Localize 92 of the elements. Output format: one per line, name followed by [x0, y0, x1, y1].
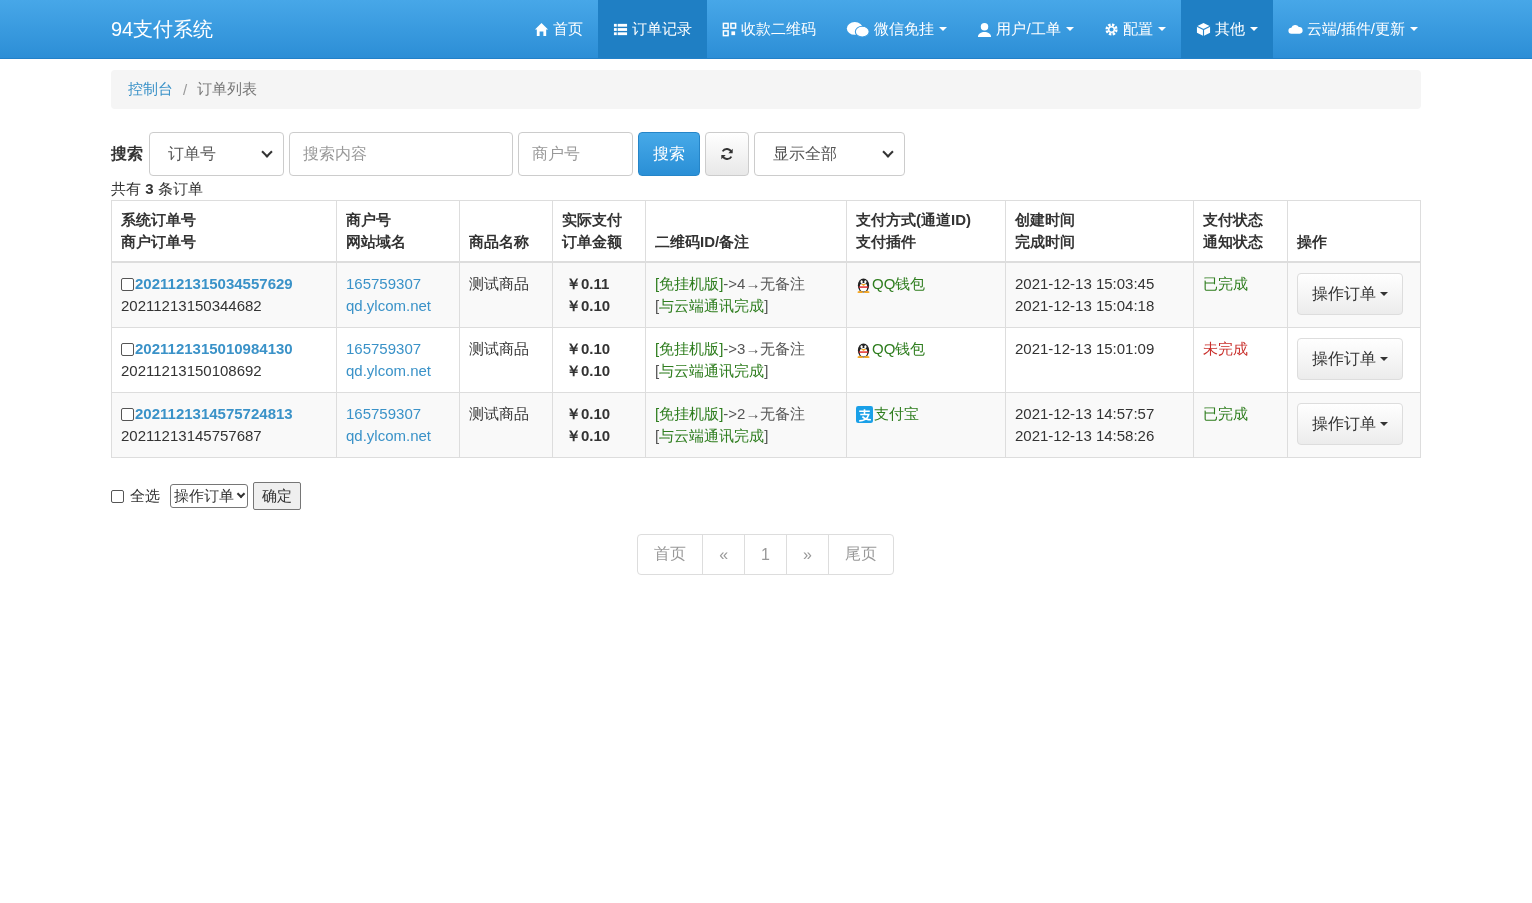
brand-title[interactable]: 94支付系统: [111, 0, 214, 58]
payment-status: 已完成: [1203, 405, 1248, 422]
merchant-order-number: 20211213150344682: [121, 297, 262, 314]
product-name: 测试商品: [469, 405, 529, 422]
merchant-order-number: 20211213145757687: [121, 427, 262, 444]
payment-status: 已完成: [1203, 275, 1248, 292]
order-action-button[interactable]: 操作订单: [1297, 403, 1403, 445]
product-name: 测试商品: [469, 275, 529, 292]
penguin-icon: [856, 275, 871, 293]
merchant-order-number: 20211213150108692: [121, 362, 262, 379]
page-link[interactable]: »: [785, 534, 829, 575]
home-icon: [534, 21, 550, 37]
cube-icon: [1195, 21, 1211, 37]
nav-item[interactable]: 微信免挂: [831, 0, 963, 58]
domain-link[interactable]: qd.ylcom.net: [346, 427, 432, 444]
settings-icon: [1103, 21, 1119, 37]
merchant-link[interactable]: 165759307: [346, 275, 422, 292]
filter-select[interactable]: 显示全部: [754, 132, 905, 176]
page-link[interactable]: 1: [744, 534, 787, 575]
caret-icon: [1157, 27, 1166, 31]
finished-time: 2021-12-13 14:58:26: [1015, 427, 1155, 444]
created-time: 2021-12-13 15:01:09: [1015, 340, 1155, 357]
nav-item[interactable]: 收款二维码: [707, 0, 832, 58]
nav-item[interactable]: 配置: [1088, 0, 1181, 58]
sync-status-text: [与云端通讯完成]: [655, 297, 769, 314]
list-icon: [613, 21, 629, 37]
nav-item[interactable]: 云端/插件/更新: [1272, 0, 1433, 58]
nav-item[interactable]: 订单记录: [598, 0, 708, 58]
note-text: [免挂机版]->3→无备注: [655, 340, 806, 357]
caret-icon: [1380, 357, 1388, 361]
product-name: 测试商品: [469, 340, 529, 357]
pay-method-name: QQ钱包: [872, 339, 926, 359]
search-field[interactable]: 搜索内容: [289, 132, 513, 176]
bulk-action-select[interactable]: 操作订单: [170, 484, 248, 508]
row-checkbox[interactable]: [121, 277, 134, 291]
caret-icon: [1380, 292, 1388, 296]
order-link[interactable]: 2021121314575724813: [135, 403, 293, 425]
sync-status-text: [与云端通讯完成]: [655, 362, 769, 379]
caret-icon: [1249, 27, 1258, 31]
penguin-icon: [856, 340, 871, 358]
breadcrumb-separator: /: [182, 81, 189, 98]
order-amount: ￥0.10: [566, 362, 611, 379]
order-action-button[interactable]: 操作订单: [1297, 273, 1403, 315]
search-button[interactable]: 搜索: [638, 132, 700, 176]
nav-item[interactable]: 用户/工单: [962, 0, 1089, 58]
merchant-link[interactable]: 165759307: [346, 405, 422, 422]
refresh-button[interactable]: [705, 132, 749, 176]
nav-item[interactable]: 首页: [519, 0, 599, 58]
chat-bubbles-icon: [846, 20, 871, 38]
domain-link[interactable]: qd.ylcom.net: [346, 297, 432, 314]
order-action-button[interactable]: 操作订单: [1297, 338, 1403, 380]
pay-method-name: QQ钱包: [872, 274, 926, 294]
order-link[interactable]: 2021121315010984130: [135, 338, 293, 360]
select-all-checkbox[interactable]: [111, 489, 124, 503]
paid-amount: ￥0.11: [566, 275, 610, 292]
type-select[interactable]: 订单号: [149, 132, 284, 176]
page-link[interactable]: 首页: [637, 534, 704, 575]
breadcrumb-link[interactable]: 控制台: [128, 80, 173, 99]
row-checkbox[interactable]: [121, 407, 134, 421]
breadcrumb-current: 订单列表: [197, 80, 258, 99]
payment-status: 未完成: [1203, 340, 1248, 357]
paid-amount: ￥0.10: [566, 405, 611, 422]
page-link[interactable]: 尾页: [827, 534, 894, 575]
confirm-button[interactable]: 确定: [253, 482, 301, 510]
paid-amount: ￥0.10: [566, 340, 611, 357]
domain-link[interactable]: qd.ylcom.net: [346, 362, 432, 379]
pay-method-name: 支付宝: [874, 404, 919, 424]
sync-status-text: [与云端通讯完成]: [655, 427, 769, 444]
search-label: 搜索: [111, 143, 143, 164]
user-icon: [977, 21, 993, 37]
merchant-field[interactable]: 商户号: [518, 132, 633, 176]
merchant-link[interactable]: 165759307: [346, 340, 422, 357]
order-link[interactable]: 2021121315034557629: [135, 273, 293, 295]
qrcode-icon: [722, 21, 738, 37]
order-amount: ￥0.10: [566, 297, 611, 314]
nav-item[interactable]: 其他: [1180, 0, 1273, 58]
page-link[interactable]: «: [702, 534, 746, 575]
note-text: [免挂机版]->2→无备注: [655, 405, 806, 422]
caret-icon: [1410, 27, 1418, 31]
order-amount: ￥0.10: [566, 427, 611, 444]
caret-icon: [1380, 422, 1388, 426]
order-count: 共有 3 条订单: [111, 179, 204, 199]
caret-icon: [1065, 27, 1074, 31]
finished-time: 2021-12-13 15:04:18: [1015, 297, 1155, 314]
select-all-label: 全选: [130, 486, 160, 506]
row-checkbox[interactable]: [121, 342, 134, 356]
note-text: [免挂机版]->4→无备注: [655, 275, 806, 292]
created-time: 2021-12-13 15:03:45: [1015, 275, 1155, 292]
refresh-icon: [720, 147, 734, 161]
alipay-icon: [856, 405, 873, 423]
created-time: 2021-12-13 14:57:57: [1015, 405, 1155, 422]
caret-icon: [939, 27, 948, 31]
